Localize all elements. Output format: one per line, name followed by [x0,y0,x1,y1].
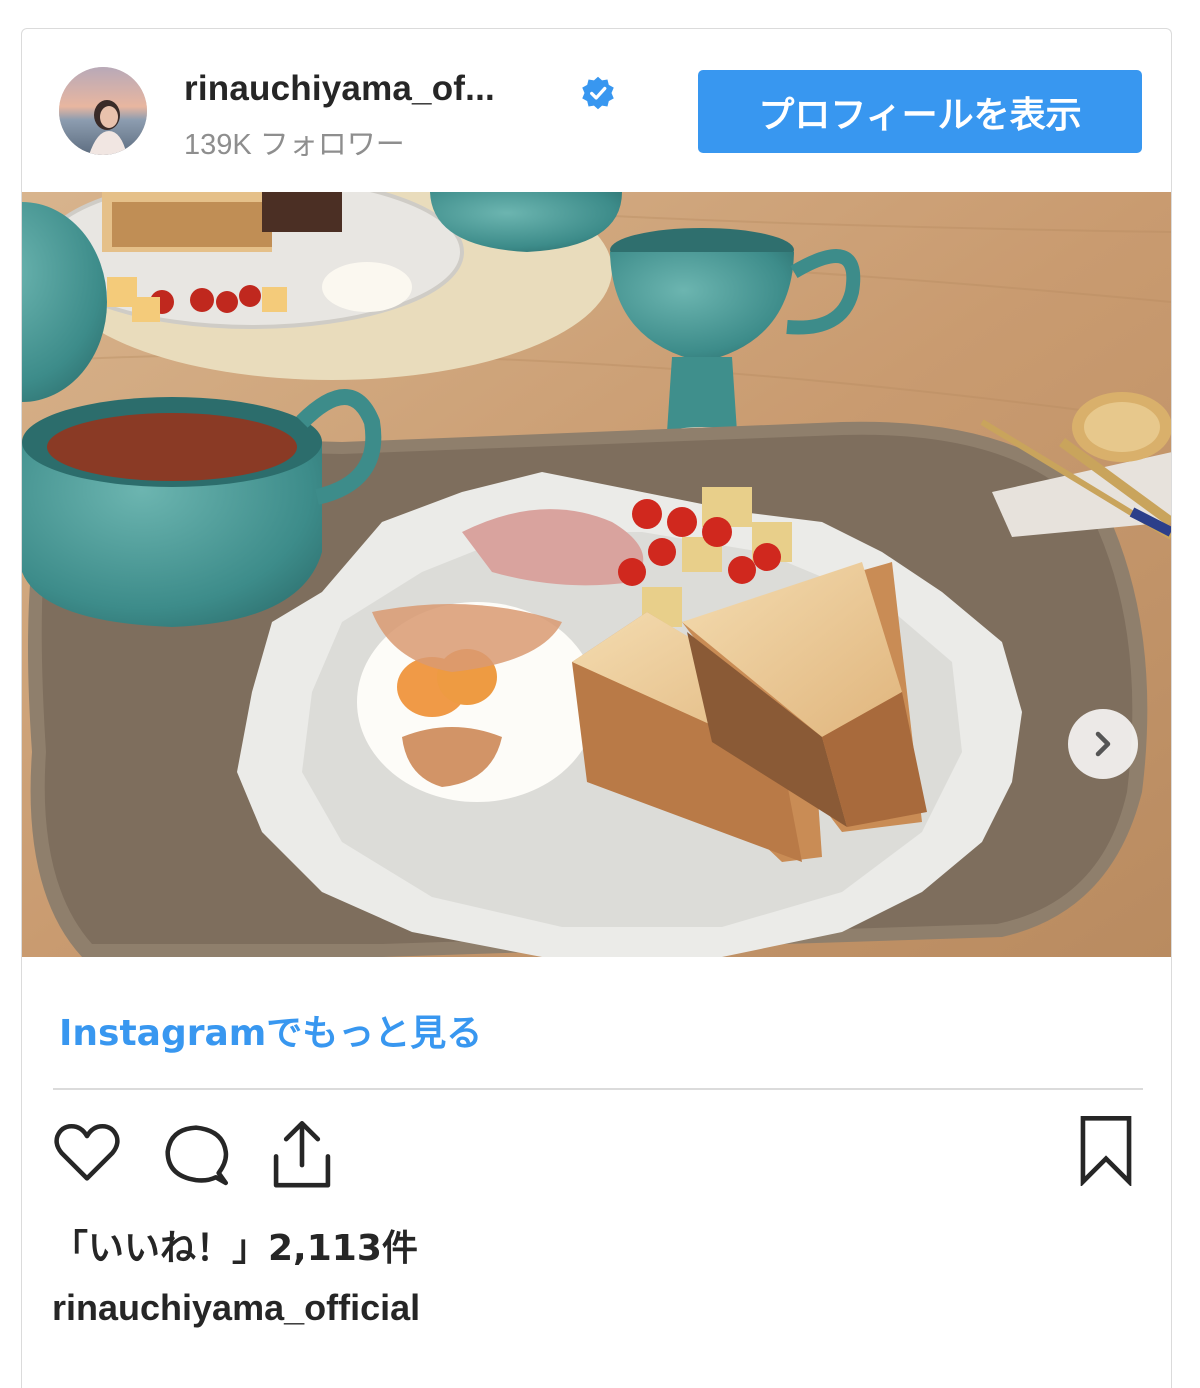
view-profile-button[interactable]: プロフィールを表示 [698,70,1142,153]
post-header: rinauchiyama_of... 139K フォロワー プロフィールを表示 [22,29,1171,192]
chevron-right-icon [1095,731,1111,757]
post-owner-username[interactable]: rinauchiyama_official [52,1287,420,1329]
post-username[interactable]: rinauchiyama_of... [184,69,495,109]
share-icon[interactable] [270,1119,334,1191]
divider [53,1088,1143,1090]
comment-icon[interactable] [162,1122,230,1190]
heart-icon[interactable] [52,1122,122,1184]
follower-count: 139K フォロワー [184,129,405,161]
avatar[interactable] [59,67,147,155]
bookmark-icon[interactable] [1077,1114,1135,1186]
carousel-next-button[interactable] [1068,709,1138,779]
breakfast-photo [22,192,1171,957]
verified-badge-icon [580,75,616,111]
post-photo[interactable] [22,192,1171,957]
like-count[interactable]: 「いいね！」2,113件 [52,1219,418,1271]
post-actions [22,1116,1171,1199]
instagram-embed-card: rinauchiyama_of... 139K フォロワー プロフィールを表示 [21,28,1172,1388]
view-more-on-instagram-link[interactable]: Instagramでもっと見る [59,1004,482,1056]
